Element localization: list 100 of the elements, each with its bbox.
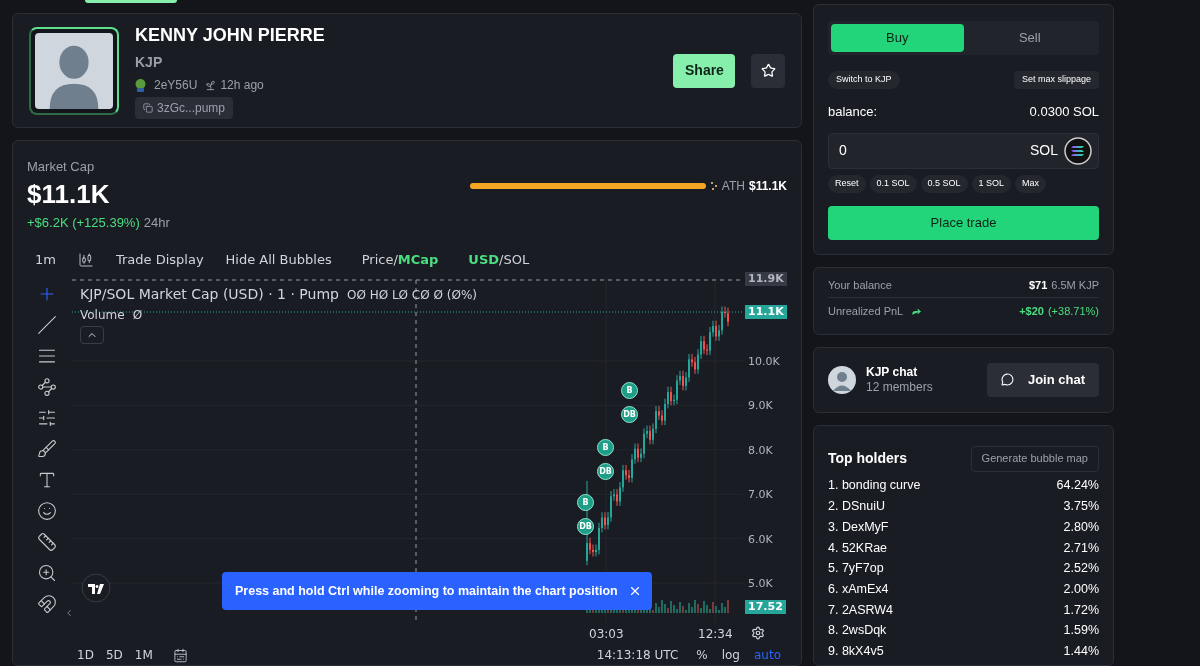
sliders-icon[interactable]	[37, 408, 57, 428]
pnl-percent: (+38.71%)	[1047, 304, 1099, 320]
holder-share: 64.24%	[1056, 477, 1099, 495]
trade-tab[interactable]: Sell	[963, 24, 1096, 52]
sparkle-icon	[709, 181, 718, 191]
holder-name[interactable]: 7. 2ASRW4	[828, 600, 894, 620]
chat-bubble-icon	[1000, 373, 1014, 386]
token-ticker: KJP	[135, 53, 164, 73]
scale-button[interactable]: auto	[754, 646, 781, 664]
scale-button[interactable]: %	[696, 646, 708, 664]
price-mcap-toggle[interactable]: Price/MCap	[361, 250, 439, 270]
quick-amount-button[interactable]: Max	[1015, 174, 1047, 193]
calendar-icon[interactable]	[172, 647, 188, 663]
volume-tag: 17.52	[745, 600, 786, 614]
join-chat-button[interactable]: Join chat	[986, 362, 1099, 397]
chart-title: KJP/SOL Market Cap (USD) · 1 · Pump	[80, 285, 339, 304]
trade-tab[interactable]: Buy	[831, 24, 964, 52]
share-button[interactable]: Share	[673, 53, 735, 88]
holder-name[interactable]: 4. 52KRae	[828, 538, 888, 558]
contract-address-button[interactable]: 3zGc...pump	[135, 97, 234, 120]
your-balance-label: Your balance	[828, 277, 892, 293]
settings-icon[interactable]	[751, 626, 765, 640]
holder-share: 2.52%	[1063, 560, 1099, 578]
ruler-icon[interactable]	[37, 532, 57, 552]
quick-amount-button[interactable]: Reset	[828, 174, 866, 193]
interval-button[interactable]: 1m	[35, 250, 56, 270]
created-time: 12h ago	[220, 77, 264, 95]
share-arrow-icon[interactable]	[911, 306, 923, 317]
holder-name[interactable]: 6. xAmEx4	[828, 579, 889, 599]
chart-time: 14:13:18 UTC	[596, 647, 679, 664]
collapse-button[interactable]	[80, 326, 104, 344]
holder-share: 2.71%	[1063, 539, 1099, 557]
chat-name: KJP chat	[866, 364, 919, 380]
ath-value: $11.1K	[748, 178, 787, 195]
axis-label: 8.0K	[748, 442, 773, 459]
price-tag: 11.1K	[745, 305, 787, 319]
quick-amount-button[interactable]: 0.1 SOL	[869, 174, 917, 193]
token-name: KENNY JOHN PIERRE	[135, 24, 326, 48]
balance-label: balance:	[828, 103, 878, 121]
change-period: 24hr	[143, 213, 170, 232]
creator-address[interactable]: 2eY56U	[154, 76, 198, 95]
holder-share: 3.75%	[1063, 498, 1099, 516]
magnet-icon[interactable]	[37, 594, 57, 614]
axis-label: 6.0K	[748, 531, 773, 548]
volume-value: Ø	[132, 307, 143, 324]
holder-share: 2.00%	[1063, 580, 1099, 598]
sprout-icon	[205, 79, 217, 91]
amount-field[interactable]: 0 SOL	[828, 132, 1099, 169]
holder-share: 2.80%	[1063, 518, 1099, 536]
market-cap-label: Market Cap	[27, 158, 96, 176]
balance-usd: $71	[1028, 277, 1048, 293]
pnl-label: Unrealized PnL	[828, 304, 904, 320]
holder-name[interactable]: 2. DSnuiU	[828, 497, 885, 516]
switch-token-button[interactable]: Switch to KJP	[828, 71, 900, 89]
price-tag: 11.9K	[745, 272, 787, 286]
axis-label: 9.0K	[748, 398, 773, 415]
quick-amount-button[interactable]: 1 SOL	[971, 174, 1012, 193]
trade-display-button[interactable]: Trade Display	[115, 250, 204, 270]
axis-label: 10.0K	[748, 354, 780, 370]
copy-icon	[143, 103, 153, 114]
balance-tokens: 6.5M KJP	[1051, 277, 1099, 293]
holder-name[interactable]: 9. 8kX4v5	[828, 641, 884, 661]
smiley-icon[interactable]	[37, 501, 57, 521]
place-trade-button[interactable]: Place trade	[828, 205, 1099, 240]
favorite-button[interactable]	[751, 53, 785, 88]
holder-name[interactable]: 3. DexMyF	[828, 517, 889, 537]
line-tool-icon[interactable]	[37, 315, 57, 335]
market-cap-value: $11.1K	[27, 177, 111, 211]
holder-name[interactable]: 1. bonding curve	[828, 476, 921, 496]
zoom-in-icon[interactable]	[37, 563, 57, 583]
holders-title: Top holders	[828, 449, 908, 468]
axis-label: 7.0K	[748, 487, 773, 504]
holder-share: 1.72%	[1063, 601, 1099, 619]
quick-amount-button[interactable]: 0.5 SOL	[920, 174, 968, 193]
candlestick-icon[interactable]	[77, 252, 94, 268]
logo-icon[interactable]	[81, 573, 111, 603]
amount-input[interactable]: 0	[839, 140, 1030, 161]
range-button[interactable]: 1D	[77, 646, 94, 664]
brush-icon[interactable]	[37, 439, 57, 459]
range-button[interactable]: 5D	[105, 646, 123, 664]
text-tool-icon[interactable]	[37, 470, 57, 490]
time-label: 03:03	[589, 626, 624, 643]
bubble-map-button[interactable]: Generate bubble map	[970, 445, 1099, 472]
time-label: 12:34	[698, 626, 733, 643]
currency-toggle[interactable]: USD/SOL	[468, 250, 530, 270]
ohlc-values: OØ HØ LØ CØ Ø (Ø%)	[346, 287, 477, 304]
balance-value: 0.0300 SOL	[1029, 103, 1099, 121]
hide-bubbles-button[interactable]: Hide All Bubbles	[225, 250, 332, 270]
slippage-button[interactable]: Set max slippage	[1013, 71, 1099, 89]
creator-avatar-icon	[135, 78, 146, 92]
pattern-icon[interactable]	[37, 377, 57, 397]
pnl-value: +$20	[1019, 304, 1044, 320]
range-button[interactable]: 1M	[134, 646, 153, 664]
scale-button[interactable]: log	[721, 646, 740, 664]
chevron-left-icon[interactable]	[64, 608, 74, 618]
holder-name[interactable]: 8. 2wsDqk	[828, 621, 887, 641]
holder-name[interactable]: 5. 7yF7op	[828, 559, 884, 578]
axis-label: 5.0K	[748, 576, 773, 592]
chat-members: 12 members	[866, 379, 934, 395]
change-value: +$6.2K (+125.39%)	[27, 213, 140, 232]
